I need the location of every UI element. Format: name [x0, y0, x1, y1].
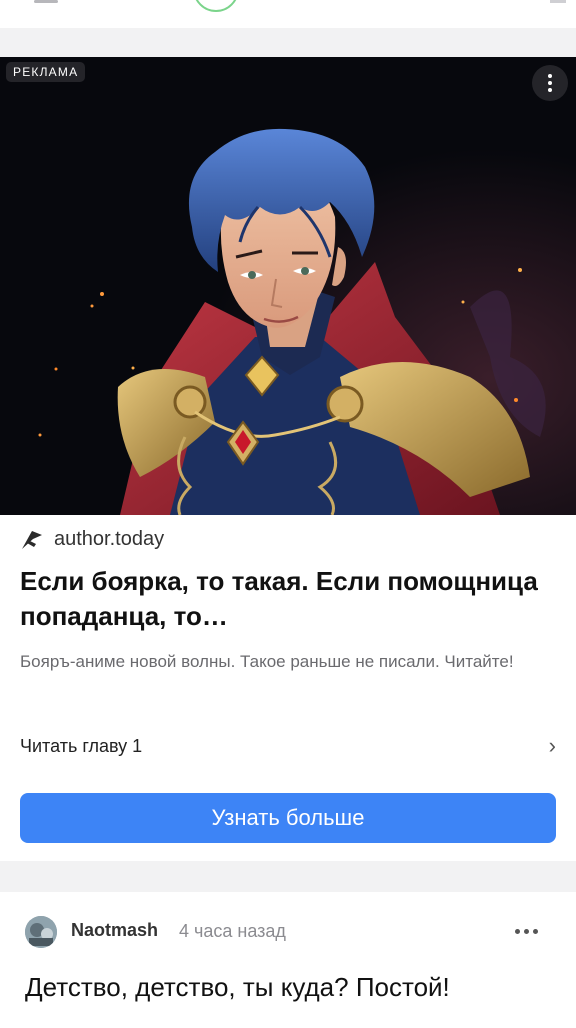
avatar[interactable]: [25, 916, 57, 948]
post-card[interactable]: Naotmash 4 часа назад Детство, детство, …: [0, 892, 576, 1028]
post-author[interactable]: Naotmash: [71, 920, 158, 941]
top-bar: [0, 0, 576, 28]
ad-card[interactable]: РЕКЛАМА author.today Если боярка, то так…: [0, 57, 576, 861]
more-horizontal-icon[interactable]: [515, 929, 538, 934]
author-today-logo-icon: [22, 531, 42, 549]
ad-illustration: [0, 57, 576, 515]
more-vertical-icon[interactable]: [532, 65, 568, 101]
ad-badge: РЕКЛАМА: [6, 62, 86, 82]
chevron-right-icon: ›: [548, 733, 556, 758]
post-time: 4 часа назад: [179, 921, 286, 941]
read-chapter-link[interactable]: Читать главу 1 ›: [0, 721, 576, 771]
toolbar-stub: [550, 0, 566, 3]
learn-more-button[interactable]: Узнать больше: [20, 793, 556, 843]
read-chapter-label: Читать главу 1: [20, 735, 143, 756]
ad-title[interactable]: Если боярка, то такая. Если помощница по…: [20, 564, 550, 634]
ad-source[interactable]: author.today: [20, 527, 164, 551]
ad-description: Бояръ-аниме новой волны. Такое раньше не…: [20, 652, 514, 671]
profile-ring-icon[interactable]: [193, 0, 239, 12]
ad-source-name: author.today: [54, 527, 165, 550]
avatar-image: [25, 916, 57, 948]
ad-image[interactable]: РЕКЛАМА: [0, 57, 576, 515]
post-title[interactable]: Детство, детство, ты куда? Постой!: [25, 972, 450, 1003]
menu-icon[interactable]: [34, 0, 58, 3]
